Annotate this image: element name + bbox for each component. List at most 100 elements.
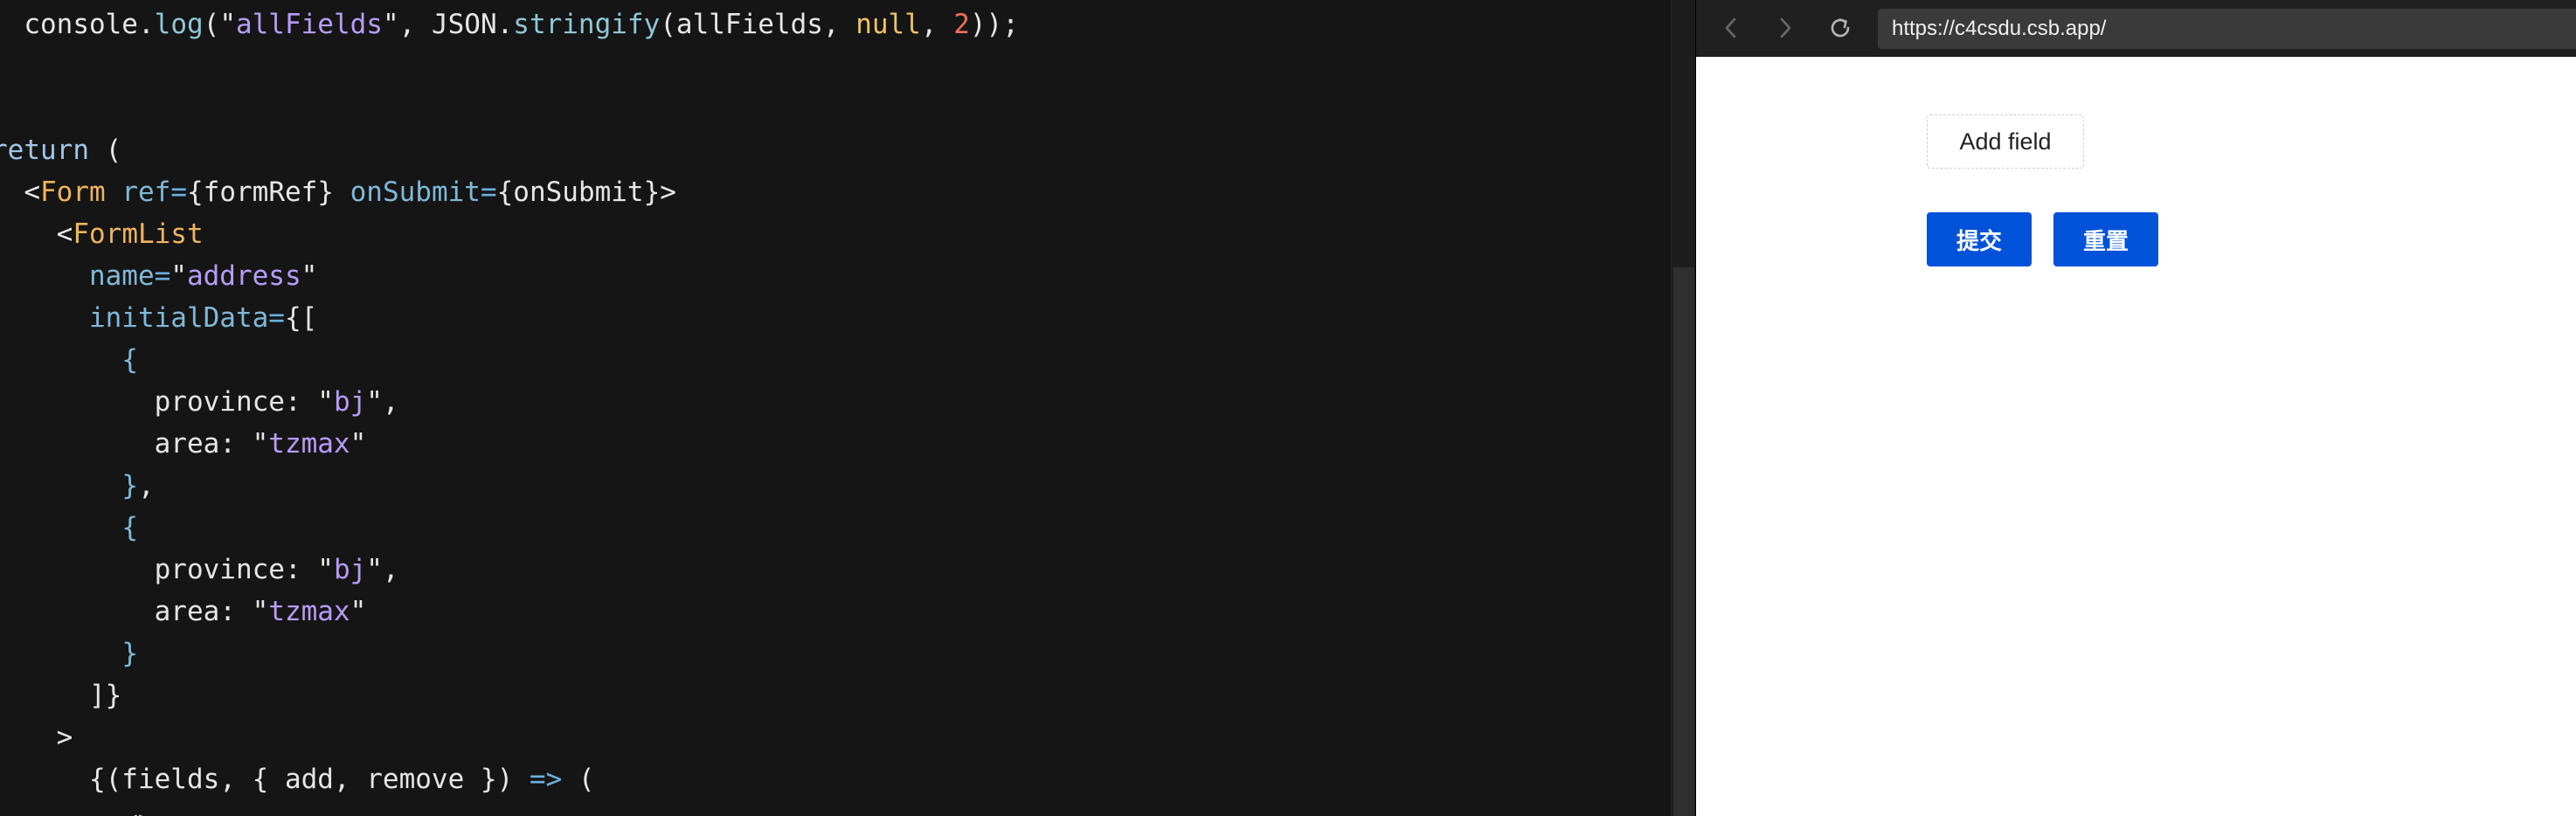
code-token: >: [56, 722, 73, 753]
code-token: ,: [137, 470, 155, 501]
url-text: https://c4csdu.csb.app/: [1892, 17, 2107, 40]
code-line[interactable]: province: "bj",: [0, 381, 1019, 423]
code-token: ": [301, 260, 318, 292]
code-token: =: [170, 176, 187, 208]
code-token: ]}: [0, 680, 122, 711]
code-token: 2: [953, 9, 970, 40]
code-token: (: [88, 135, 122, 166]
code-line[interactable]: <Form ref={formRef} onSubmit={onSubmit}>: [0, 171, 1019, 213]
code-token: {(fields, { add, remove }): [0, 764, 530, 795]
code-token: allFields: [235, 9, 383, 40]
code-token: FormList: [73, 218, 204, 250]
reload-button[interactable]: [1823, 10, 1858, 45]
code-token: (: [562, 764, 595, 795]
code-token: null: [855, 9, 921, 40]
code-token: ));: [969, 9, 1019, 40]
code-line[interactable]: <FormList: [0, 213, 1019, 255]
code-token: tzmax: [268, 428, 350, 460]
code-token: initialData: [88, 302, 269, 334]
code-token: }: [121, 638, 138, 669]
code-token: province: ": [0, 386, 334, 418]
code-token: =: [268, 302, 285, 334]
reload-icon: [1827, 15, 1853, 41]
code-line[interactable]: },: [0, 465, 1019, 507]
reset-button[interactable]: 重置: [2053, 212, 2158, 266]
code-token: log: [154, 9, 204, 40]
code-line[interactable]: area: "tzmax": [0, 591, 1019, 633]
code-line[interactable]: province: "bj",: [0, 549, 1019, 591]
submit-label: 提交: [1956, 228, 2002, 255]
code-token: =: [154, 260, 171, 292]
code-line[interactable]: return (: [0, 129, 1019, 171]
reset-label: 重置: [2082, 228, 2129, 255]
chevron-left-icon: [1721, 17, 1741, 39]
code-line[interactable]: ]}: [0, 674, 1019, 716]
code-token: {onSubmit}>: [496, 176, 676, 208]
code-token: ": [170, 260, 187, 292]
code-line[interactable]: initialData={[: [0, 297, 1019, 339]
code-line[interactable]: {: [0, 507, 1019, 549]
code-token: =: [480, 176, 497, 208]
code-line[interactable]: {(fields, { add, remove }) => (: [0, 758, 1019, 800]
code-token: {: [121, 512, 138, 543]
code-token: {formRef}: [187, 176, 350, 208]
code-token: ref: [121, 176, 171, 208]
code-token: <: [24, 176, 40, 208]
add-field-button[interactable]: Add field: [1927, 114, 2084, 169]
code-token: ",: [366, 554, 399, 585]
code-token: =>: [529, 764, 563, 795]
submit-button[interactable]: 提交: [1927, 212, 2032, 266]
back-button[interactable]: [1714, 10, 1748, 45]
code-token: onSubmit: [350, 176, 481, 208]
code-token: (allFields,: [660, 9, 856, 40]
app-window: console.log("allFields", JSON.stringify(…: [0, 0, 2576, 816]
code-token: area: ": [0, 596, 269, 627]
code-line[interactable]: [0, 87, 1019, 129]
editor-scrollbar-thumb[interactable]: [1673, 267, 1694, 816]
code-line[interactable]: console.log("allFields", JSON.stringify(…: [0, 3, 1019, 45]
code-content[interactable]: console.log("allFields", JSON.stringify(…: [0, 3, 1019, 816]
code-token: .: [137, 9, 155, 40]
browser-preview: https://c4csdu.csb.app/ Add field 提交 重置: [1696, 0, 2576, 816]
code-token: {: [121, 344, 138, 376]
code-token: ": [350, 596, 367, 627]
preview-page: Add field 提交 重置: [1696, 57, 2576, 816]
code-line[interactable]: <>: [0, 800, 1019, 816]
code-line[interactable]: {: [0, 339, 1019, 381]
code-line[interactable]: [0, 45, 1019, 87]
code-token: name: [88, 260, 155, 292]
code-token: bj: [333, 554, 367, 585]
code-token: {[: [284, 302, 318, 334]
code-line[interactable]: name="address": [0, 255, 1019, 297]
code-token: Form: [40, 176, 106, 208]
code-token: ": [350, 428, 367, 460]
url-bar[interactable]: https://c4csdu.csb.app/: [1878, 9, 2576, 49]
code-line[interactable]: area: "tzmax": [0, 423, 1019, 465]
code-token: (": [203, 9, 236, 40]
code-token: ", JSON.: [382, 9, 514, 40]
code-token: <>: [0, 806, 154, 816]
code-line[interactable]: }: [0, 633, 1019, 674]
code-token: stringify: [513, 9, 661, 40]
code-token: console: [0, 9, 138, 40]
browser-toolbar: https://c4csdu.csb.app/: [1696, 0, 2576, 57]
code-token: }: [121, 470, 138, 501]
code-line[interactable]: >: [0, 716, 1019, 758]
code-editor[interactable]: console.log("allFields", JSON.stringify(…: [0, 0, 1671, 816]
code-token: return: [0, 135, 89, 166]
editor-scrollbar[interactable]: [1671, 0, 1696, 816]
code-token: ",: [366, 386, 399, 418]
code-token: address: [186, 260, 301, 292]
code-token: ,: [920, 9, 954, 40]
chevron-right-icon: [1776, 17, 1795, 39]
forward-button[interactable]: [1768, 10, 1803, 45]
add-field-label: Add field: [1959, 128, 2052, 155]
code-token: area: ": [0, 428, 269, 460]
